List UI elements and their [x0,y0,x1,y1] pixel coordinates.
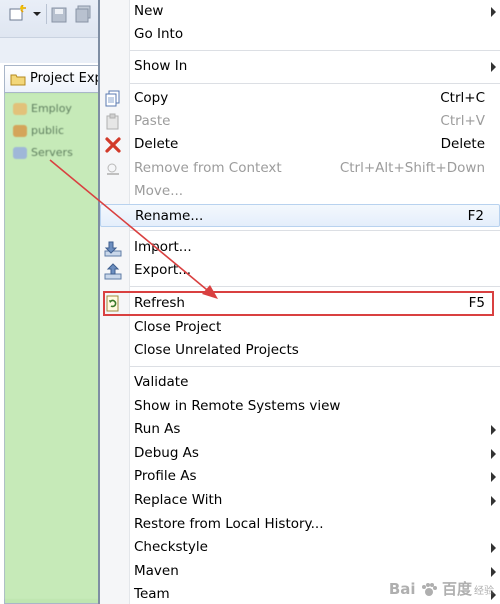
tree-item[interactable]: Servers [13,146,73,162]
submenu-arrow-icon [491,7,496,17]
menu-item-label: Show in Remote Systems view [134,398,341,414]
menu-item-run-as[interactable]: Run As [100,418,500,441]
menu-separator [130,83,500,84]
tab-label: Project Exp [30,71,103,86]
menu-item-restore-local-history[interactable]: Restore from Local History... [100,513,500,536]
menu-item-label: Maven [134,563,179,579]
submenu-arrow-icon [491,449,496,459]
menu-item-label: Rename... [135,208,204,224]
menu-item-close-project[interactable]: Close Project [100,316,500,339]
menu-item-show-in[interactable]: Show In [100,55,500,78]
menu-item-label: Team [134,586,170,602]
menu-item-shortcut: Ctrl+V [440,113,485,129]
menu-item-copy[interactable]: Copy Ctrl+C [100,87,500,110]
menu-item-label: Debug As [134,445,199,461]
import-icon [104,239,122,257]
menu-item-label: Close Project [134,319,222,335]
refresh-icon [104,295,122,313]
menu-item-rename[interactable]: Rename... F2 [100,204,500,227]
submenu-arrow-icon [491,496,496,506]
menu-item-validate[interactable]: Validate [100,371,500,394]
menu-item-show-in-remote-systems[interactable]: Show in Remote Systems view [100,395,500,418]
menu-item-move[interactable]: Move... [100,180,500,203]
menu-item-new[interactable]: New [100,0,500,23]
menu-separator [130,286,500,287]
chevron-down-icon[interactable] [33,5,41,23]
project-icon [13,103,27,115]
remove-context-icon [104,160,122,178]
menu-item-go-into[interactable]: Go Into [100,23,500,46]
menu-item-refresh[interactable]: Refresh F5 [100,292,500,315]
new-wizard-icon[interactable] [8,5,30,23]
project-explorer-view: Project Exp Employ public Servers [4,65,103,604]
menu-separator [130,230,500,231]
tree-item[interactable]: public [13,124,64,140]
menu-item-label: Restore from Local History... [134,516,324,532]
menu-item-label: Go Into [134,26,184,42]
menu-item-shortcut: Delete [440,136,485,152]
baidu-jingyan-watermark: Bai 百度 经验 [389,578,494,602]
tab-project-explorer[interactable]: Project Exp [5,66,103,93]
submenu-arrow-icon [491,62,496,72]
folder-icon [10,72,26,90]
toolbar-gap [0,38,98,63]
menu-item-label: Refresh [134,295,185,311]
menu-item-shortcut: Ctrl+Alt+Shift+Down [339,160,485,176]
menu-item-label: Remove from Context [134,160,282,176]
context-menu: New Go Into Show In Copy Ctrl+C Paste Ct… [100,0,500,604]
menu-item-label: Validate [134,374,189,390]
menu-item-import[interactable]: Import... [100,236,500,259]
paste-icon [104,113,122,131]
menu-item-close-unrelated-projects[interactable]: Close Unrelated Projects [100,339,500,362]
menu-item-export[interactable]: Export... [100,259,500,282]
save-all-icon[interactable] [75,5,91,23]
submenu-arrow-icon [491,425,496,435]
menu-item-profile-as[interactable]: Profile As [100,465,500,488]
project-icon [13,125,27,137]
main-toolbar [0,0,98,38]
menu-item-label: Import... [134,239,192,255]
menu-item-checkstyle[interactable]: Checkstyle [100,536,500,559]
delete-x-icon [104,136,122,154]
tree-item-label: public [31,124,65,137]
submenu-arrow-icon [491,543,496,553]
menu-item-delete[interactable]: Delete Delete [100,133,500,156]
menu-item-label: Copy [134,90,169,106]
menu-item-label: Run As [134,421,181,437]
menu-item-label: Profile As [134,468,197,484]
watermark-logo: Bai 百度 经验 [388,580,494,598]
server-icon [13,147,27,159]
menu-item-shortcut: Ctrl+C [440,90,485,106]
export-icon [104,262,122,280]
tree-item-label: Employ [31,102,72,115]
menu-separator [130,366,500,367]
tree-item-label: Servers [31,146,73,159]
menu-item-label: Move... [134,183,184,199]
toolbar-separator [46,4,47,24]
submenu-arrow-icon [491,567,496,577]
menu-item-label: Delete [134,136,179,152]
submenu-arrow-icon [491,472,496,482]
menu-separator [130,50,500,51]
tree-item[interactable]: Employ [13,102,72,118]
menu-item-shortcut: F5 [468,295,485,311]
menu-item-remove-from-context[interactable]: Remove from Context Ctrl+Alt+Shift+Down [100,157,500,180]
menu-item-label: Paste [134,113,171,129]
menu-item-label: New [134,3,164,19]
menu-item-replace-with[interactable]: Replace With [100,489,500,512]
menu-item-label: Export... [134,262,192,278]
menu-item-label: Show In [134,58,188,74]
menu-item-paste[interactable]: Paste Ctrl+V [100,110,500,133]
menu-item-debug-as[interactable]: Debug As [100,442,500,465]
project-tree[interactable]: Employ public Servers [5,94,99,599]
menu-item-shortcut: F2 [467,208,484,224]
paw-icon [421,582,437,596]
menu-item-label: Close Unrelated Projects [134,342,299,358]
menu-item-label: Replace With [134,492,223,508]
save-icon[interactable] [51,5,67,23]
menu-item-label: Checkstyle [134,539,208,555]
copy-icon [104,90,122,108]
